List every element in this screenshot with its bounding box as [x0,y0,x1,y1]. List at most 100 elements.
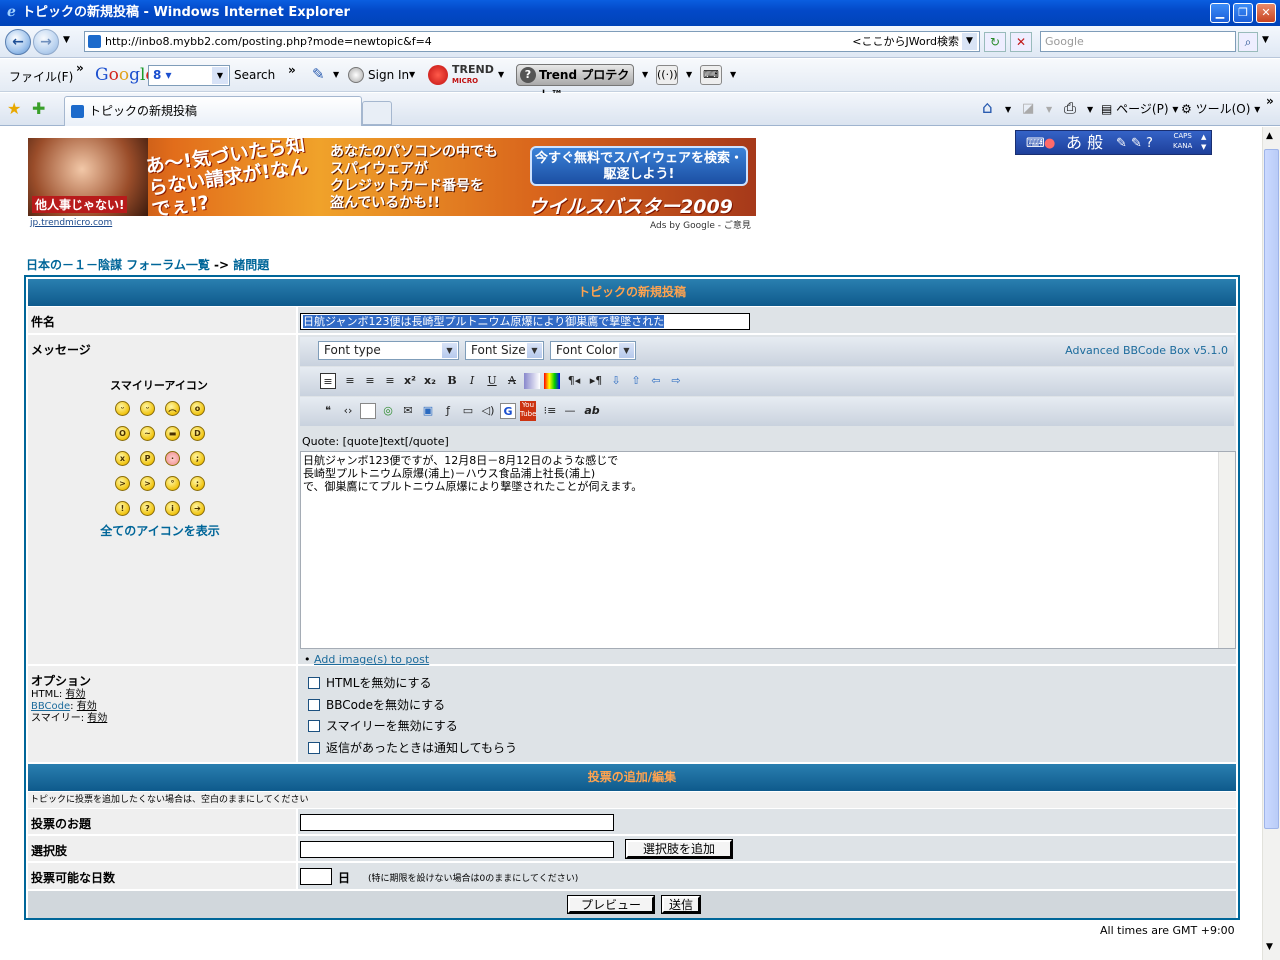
ad-link[interactable]: jp.trendmicro.com [30,218,112,228]
page-scrollbar[interactable]: ▲ ▼ [1262,127,1280,960]
list-icon[interactable]: ⁝≡ [542,403,558,419]
ads-by-google[interactable]: Ads by Google - ご意見 [650,218,751,231]
option-notify-reply[interactable]: 返信があったときは通知してもらう [308,739,517,756]
maximize-button[interactable]: ❐ [1233,3,1253,23]
code-icon[interactable]: ‹› [340,403,356,419]
smiley-twisted-icon[interactable]: > [140,476,155,491]
minimize-button[interactable]: ▁ [1210,3,1230,23]
smiley-cry-icon[interactable]: ; [190,451,205,466]
chevron-more-icon-2[interactable]: » [288,63,296,77]
youtube-icon[interactable]: You Tube [520,401,536,421]
sign-in-dropdown-icon[interactable]: ▼ [409,70,415,79]
superscript-icon[interactable]: x² [402,373,418,389]
font-size-select[interactable]: Font Size ▼ [465,341,544,360]
marquee-right-icon[interactable]: ⇨ [668,373,684,389]
favorites-star-icon[interactable]: ★ [7,99,21,118]
keyboard-icon[interactable]: ⌨ [700,65,722,85]
rtl-icon[interactable]: ¶◂ [566,373,582,389]
scroll-down-icon[interactable]: ▼ [1266,942,1273,952]
marquee-up-icon[interactable]: ⇧ [628,373,644,389]
back-button[interactable]: ← [5,29,31,55]
search-icon[interactable]: ⌕ [1238,32,1258,52]
exclaim-icon[interactable]: ! [115,501,130,516]
ad-banner[interactable]: 他人事じゃない! あ〜!気づいたら知らない請求が!なんでぇ!? あなたのパソコン… [28,138,756,216]
ime-toolbar[interactable]: ⌨ ● あ 般 ✎ ✎ ? CAPS KANA ▲ ▼ [1015,130,1212,155]
checkbox[interactable] [308,742,320,754]
smiley-embarrassed-icon[interactable]: · [165,451,180,466]
gradient-icon[interactable] [544,373,560,389]
bbcode-link[interactable]: BBCode [31,701,70,712]
show-all-smilies-link[interactable]: 全てのアイコンを表示 [98,525,222,538]
idea-icon[interactable]: i [165,501,180,516]
tab-active[interactable]: トピックの新規投稿 [64,96,362,126]
video-icon[interactable]: ▭ [460,403,476,419]
scroll-thumb[interactable] [1264,149,1279,829]
smiley-grin-icon[interactable]: ᵕ [115,401,130,416]
smiley-rolleyes-icon[interactable]: ° [165,476,180,491]
email-icon[interactable]: ✉ [400,403,416,419]
smiley-cool-icon[interactable]: ▬ [165,426,180,441]
url-input[interactable]: http://inbo8.mybb2.com/posting.php?mode=… [84,31,980,52]
poll-question-input[interactable] [300,814,614,831]
breadcrumb-home[interactable]: 日本の－１－陰謀 フォーラム一覧 [26,258,210,272]
arrow-icon[interactable]: ➔ [190,501,205,516]
print-icon[interactable]: ⎙ [1064,99,1076,117]
smiley-confused-icon[interactable]: ~ [140,426,155,441]
preview-button[interactable]: プレビュー [567,895,655,914]
chevron-more-icon-3[interactable]: » [1266,94,1274,108]
align-right-icon[interactable]: ≡ [342,373,358,389]
wrench-dropdown-icon[interactable]: ▼ [333,70,339,79]
image-icon[interactable]: ▣ [420,403,436,419]
option-disable-html[interactable]: HTMLを無効にする [308,674,432,691]
flash-icon[interactable]: ƒ [440,403,456,419]
question-smiley-icon[interactable]: ? [140,501,155,516]
checkbox[interactable] [308,677,320,689]
page-menu[interactable]: ▤ ページ(P) ▾ [1101,100,1178,117]
option-disable-smilies[interactable]: スマイリーを無効にする [308,717,458,734]
stop-icon[interactable]: ✕ [1010,32,1032,52]
google-search-select[interactable]: 8 ▾ ▼ [148,65,230,86]
add-favorites-icon[interactable]: ✚ [32,99,45,118]
poll-option-input[interactable] [300,841,614,858]
align-left-icon[interactable]: ≡ [320,373,336,389]
new-tab-button[interactable] [362,101,392,125]
smiley-surprised-icon[interactable]: o [190,401,205,416]
textarea-scrollbar[interactable] [1218,452,1235,648]
italic-icon[interactable]: I [464,373,480,389]
feeds-icon[interactable]: ◪ [1022,101,1034,116]
breadcrumb-forum[interactable]: 諸問題 [233,258,269,272]
trend-dropdown-icon[interactable]: ▼ [498,70,504,79]
spoiler-icon[interactable]: ab [584,403,600,419]
menu-file[interactable]: ファイル(F) [9,68,73,85]
smiley-razz-icon[interactable]: P [140,451,155,466]
hr-icon[interactable]: — [562,403,578,419]
align-center-icon[interactable]: ≡ [362,373,378,389]
quote-icon[interactable]: ❝ [320,403,336,419]
smiley-laugh-icon[interactable]: D [190,426,205,441]
option-disable-bbcode[interactable]: BBCodeを無効にする [308,696,445,713]
history-dropdown-icon[interactable]: ▼ [63,35,70,45]
strike-icon[interactable]: A [504,373,520,389]
wireless-icon[interactable]: ((·)) [656,65,678,85]
marquee-down-icon[interactable]: ⇩ [608,373,624,389]
scroll-up-icon[interactable]: ▲ [1266,131,1273,141]
checkbox[interactable] [308,720,320,732]
feeds-dropdown-icon[interactable]: ▼ [1046,105,1052,114]
url-dropdown-icon[interactable]: ▼ [962,33,977,50]
chevron-more-icon[interactable]: » [76,61,84,75]
home-icon[interactable]: ⌂ [982,98,993,118]
smiley-sad-icon[interactable]: ︵ [165,401,180,416]
message-textarea[interactable]: 日航ジャンボ123便ですが、12月8日－8月12日のような感じで 長崎型プルトニ… [300,451,1236,649]
close-button[interactable]: ✕ [1256,3,1276,23]
search-options-icon[interactable]: ▼ [1262,35,1269,45]
google-search-button[interactable]: Search [234,68,275,82]
ltr-icon[interactable]: ▸¶ [588,373,604,389]
poll-days-input[interactable] [300,868,332,885]
underline-icon[interactable]: U [484,373,500,389]
url-icon[interactable]: ◎ [380,403,396,419]
submit-button[interactable]: 送信 [661,895,701,914]
checkbox[interactable] [308,699,320,711]
smiley-evil-icon[interactable]: > [115,476,130,491]
font-color-select[interactable]: Font Color ▼ [550,341,636,360]
trend-protect-button[interactable]: ?Trend プロテクト™ [516,64,634,102]
